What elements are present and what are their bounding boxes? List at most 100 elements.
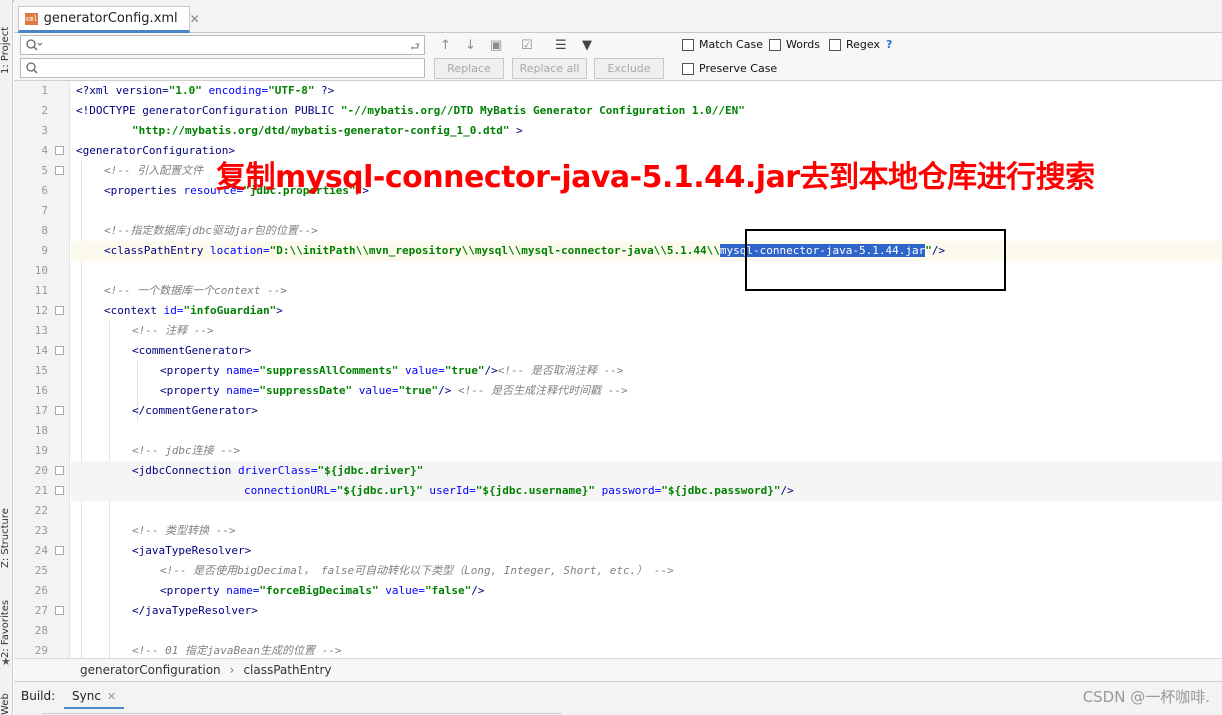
structure-tool-tab[interactable]: Z: Structure (0, 488, 13, 568)
line-text: <commentGenerator> (132, 344, 252, 357)
highlight-box (745, 229, 1006, 291)
breadcrumb-item-generator-configuration[interactable]: generatorConfiguration (80, 663, 221, 677)
code-line: 27 </javaTypeResolver> (35, 601, 1222, 621)
fold-icon[interactable] (55, 606, 64, 615)
fold-icon[interactable] (55, 166, 64, 175)
line-text: <property name="forceBigDecimals" value=… (160, 584, 485, 597)
code-line: 17 </commentGenerator> (35, 401, 1222, 421)
select-all-occurrences-icon[interactable]: ▣ (490, 38, 502, 53)
arrow-down-icon[interactable]: ↓ (465, 38, 476, 53)
code-line: 14 <commentGenerator> (35, 341, 1222, 361)
fold-icon[interactable] (55, 146, 64, 155)
code-line: 21 connectionURL="${jdbc.url}" userId="$… (35, 481, 1222, 501)
line-number: 25 (34, 564, 48, 577)
line-text: <?xml version="1.0" encoding="UTF-8" ?> (76, 84, 335, 97)
code-line: 29 <!-- 01 指定javaBean生成的位置 --> (35, 641, 1222, 658)
line-number: 1 (41, 84, 48, 97)
favorites-tool-tab[interactable]: 2: Favorites (0, 588, 13, 658)
filter-icon[interactable]: ▼ (582, 38, 592, 53)
line-number: 8 (41, 224, 48, 237)
line-text: <generatorConfiguration> (76, 144, 235, 157)
line-text: <!-- jdbc连接 --> (132, 444, 241, 457)
xml-file-icon: xml (25, 12, 38, 25)
line-number: 7 (41, 204, 48, 217)
close-icon[interactable]: ✕ (107, 690, 116, 703)
line-text: "http://mybatis.org/dtd/mybatis-generato… (132, 124, 523, 137)
search-icon[interactable] (25, 61, 43, 75)
code-line: 24 <javaTypeResolver> (35, 541, 1222, 561)
line-number: 17 (34, 404, 48, 417)
fold-icon[interactable] (55, 306, 64, 315)
code-line: 11 <!-- 一个数据库一个context --> (35, 281, 1222, 301)
select-occurrences-icon[interactable]: ☑ (521, 38, 533, 53)
build-label: Build: (21, 689, 56, 703)
line-number: 24 (34, 544, 48, 557)
code-line: 13 <!-- 注释 --> (35, 321, 1222, 341)
fold-icon[interactable] (55, 406, 64, 415)
line-number: 22 (34, 504, 48, 517)
close-icon[interactable]: ✕ (190, 12, 200, 26)
fold-icon[interactable] (55, 466, 64, 475)
code-line: 1 <?xml version="1.0" encoding="UTF-8" ?… (41, 81, 1222, 101)
checkbox-box[interactable] (682, 62, 694, 75)
code-line: 23 <!-- 类型转换 --> (35, 521, 1222, 541)
line-text: <property name="suppressDate" value="tru… (160, 384, 628, 397)
regex-help-link[interactable]: ? (886, 38, 892, 51)
line-number: 16 (34, 384, 48, 397)
line-text: <property name="suppressAllComments" val… (160, 364, 624, 377)
tab-sync[interactable]: Sync ✕ (64, 685, 125, 709)
words-label: Words (786, 38, 821, 51)
line-number: 3 (41, 124, 48, 137)
words-checkbox[interactable]: Words (769, 38, 820, 51)
line-number: 11 (34, 284, 48, 297)
project-tool-tab[interactable]: 1: Project (0, 2, 13, 74)
match-case-checkbox[interactable]: Match Case (682, 38, 763, 51)
search-icon[interactable] (25, 38, 43, 52)
tab-generator-config[interactable]: xml generatorConfig.xml ✕ (18, 6, 200, 33)
code-line: 12 <context id="infoGuardian"> (35, 301, 1222, 321)
checkbox-box[interactable] (769, 38, 781, 51)
line-number: 4 (41, 144, 48, 157)
replace-button[interactable]: Replace (434, 58, 504, 79)
search-input[interactable] (45, 37, 395, 53)
code-line: 28 (35, 621, 1222, 641)
web-tool-tab[interactable]: Web (0, 688, 13, 715)
left-tool-strip: 1: Project Z: Structure 2: Favorites ★ W… (0, 0, 13, 715)
line-text: </commentGenerator> (132, 404, 258, 417)
line-number: 19 (34, 444, 48, 457)
build-tool-window-bar: Build: Sync ✕ (14, 681, 1222, 715)
line-text: <!-- 一个数据库一个context --> (104, 284, 287, 297)
line-text: <!-- 01 指定javaBean生成的位置 --> (132, 644, 342, 657)
replace-all-button[interactable]: Replace all (512, 58, 587, 79)
code-line: 15 <property name="suppressAllComments" … (35, 361, 1222, 381)
in-selection-icon[interactable]: ☰ (555, 38, 567, 53)
checkbox-box[interactable] (829, 38, 841, 51)
preserve-case-checkbox[interactable]: Preserve Case (682, 62, 777, 75)
line-number: 18 (34, 424, 48, 437)
regex-checkbox[interactable]: Regex (829, 38, 880, 51)
match-case-label: Match Case (699, 38, 763, 51)
line-number: 29 (34, 644, 48, 657)
code-line: 19 <!-- jdbc连接 --> (35, 441, 1222, 461)
newline-icon[interactable]: ⮐ (410, 38, 420, 57)
line-number: 9 (41, 244, 48, 257)
line-text: <!DOCTYPE generatorConfiguration PUBLIC … (76, 104, 745, 117)
fold-icon[interactable] (55, 546, 64, 555)
arrow-up-icon[interactable]: ↑ (440, 38, 451, 53)
divider (42, 713, 562, 714)
fold-icon[interactable] (55, 486, 64, 495)
replace-input[interactable] (45, 60, 395, 76)
preserve-case-label: Preserve Case (699, 62, 778, 75)
sync-tab-label: Sync (72, 689, 101, 703)
exclude-button[interactable]: Exclude (594, 58, 664, 79)
breadcrumb-item-classpathentry[interactable]: classPathEntry (243, 663, 331, 677)
code-line: 22 (35, 501, 1222, 521)
checkbox-box[interactable] (682, 38, 694, 51)
line-text: <!-- 是否使用bigDecimal， false可自动转化以下类型（Long… (160, 564, 674, 577)
line-number: 14 (34, 344, 48, 357)
line-number: 10 (34, 264, 48, 277)
fold-icon[interactable] (55, 346, 64, 355)
line-text: <!-- 注释 --> (132, 324, 214, 337)
code-line: 18 (35, 421, 1222, 441)
code-line: 10 (35, 261, 1222, 281)
